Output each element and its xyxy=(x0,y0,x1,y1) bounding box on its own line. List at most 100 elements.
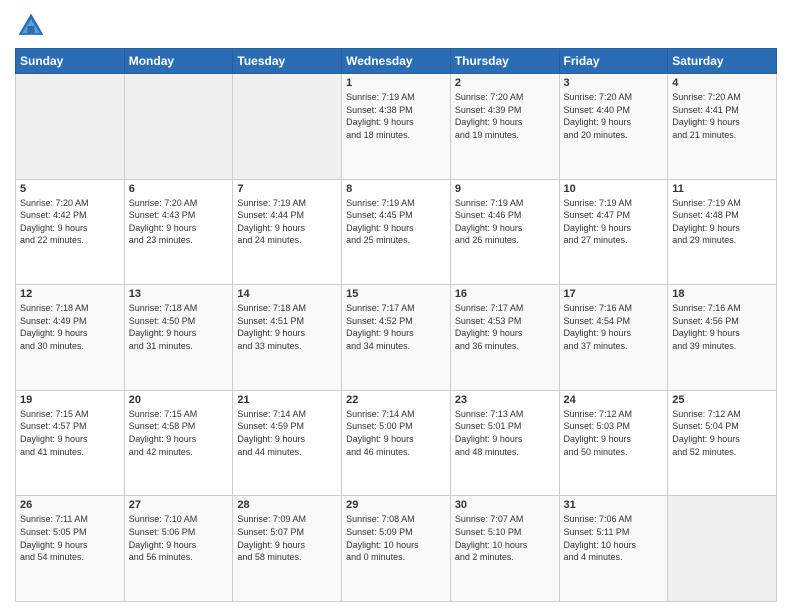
day-info: Sunrise: 7:15 AM Sunset: 4:58 PM Dayligh… xyxy=(129,408,229,458)
logo xyxy=(15,10,51,42)
calendar-cell: 5 Sunrise: 7:20 AM Sunset: 4:42 PM Daylig… xyxy=(16,179,125,285)
calendar-cell: 14 Sunrise: 7:18 AM Sunset: 4:51 PM Dayli… xyxy=(233,285,342,391)
day-number: 31 xyxy=(564,499,664,511)
day-number: 22 xyxy=(346,394,446,406)
day-info: Sunrise: 7:09 AM Sunset: 5:07 PM Dayligh… xyxy=(237,513,337,563)
calendar-header-row: SundayMondayTuesdayWednesdayThursdayFrid… xyxy=(16,49,777,74)
day-number: 30 xyxy=(455,499,555,511)
day-number: 26 xyxy=(20,499,120,511)
day-number: 19 xyxy=(20,394,120,406)
day-info: Sunrise: 7:13 AM Sunset: 5:01 PM Dayligh… xyxy=(455,408,555,458)
calendar-cell: 1 Sunrise: 7:19 AM Sunset: 4:38 PM Daylig… xyxy=(342,74,451,180)
calendar-cell: 28 Sunrise: 7:09 AM Sunset: 5:07 PM Dayli… xyxy=(233,496,342,602)
day-number: 7 xyxy=(237,183,337,195)
calendar-cell: 2Sunrise: 7:20 AM Sunset: 4:39 PM Daylig… xyxy=(450,74,559,180)
calendar-cell xyxy=(16,74,125,180)
day-number: 15 xyxy=(346,288,446,300)
day-number: 2 xyxy=(455,77,555,89)
day-info: Sunrise: 7:20 AM Sunset: 4:40 PM Dayligh… xyxy=(564,91,664,141)
day-info: Sunrise: 7:19 AM Sunset: 4:38 PM Dayligh… xyxy=(346,91,446,141)
day-number: 16 xyxy=(455,288,555,300)
day-number: 9 xyxy=(455,183,555,195)
calendar-cell: 24Sunrise: 7:12 AM Sunset: 5:03 PM Dayli… xyxy=(559,390,668,496)
day-info: Sunrise: 7:19 AM Sunset: 4:47 PM Dayligh… xyxy=(564,197,664,247)
day-info: Sunrise: 7:06 AM Sunset: 5:11 PM Dayligh… xyxy=(564,513,664,563)
day-info: Sunrise: 7:15 AM Sunset: 4:57 PM Dayligh… xyxy=(20,408,120,458)
calendar-cell: 18 Sunrise: 7:16 AM Sunset: 4:56 PM Dayli… xyxy=(668,285,777,391)
day-number: 20 xyxy=(129,394,229,406)
calendar-cell: 23 Sunrise: 7:13 AM Sunset: 5:01 PM Dayli… xyxy=(450,390,559,496)
calendar-week-row: 12 Sunrise: 7:18 AM Sunset: 4:49 PM Dayli… xyxy=(16,285,777,391)
calendar-cell: 20 Sunrise: 7:15 AM Sunset: 4:58 PM Dayli… xyxy=(124,390,233,496)
calendar-cell: 31 Sunrise: 7:06 AM Sunset: 5:11 PM Dayli… xyxy=(559,496,668,602)
day-number: 6 xyxy=(129,183,229,195)
day-info: Sunrise: 7:18 AM Sunset: 4:49 PM Dayligh… xyxy=(20,302,120,352)
calendar-cell: 29 Sunrise: 7:08 AM Sunset: 5:09 PM Dayli… xyxy=(342,496,451,602)
day-info: Sunrise: 7:18 AM Sunset: 4:51 PM Dayligh… xyxy=(237,302,337,352)
weekday-header: Sunday xyxy=(16,49,125,74)
calendar-cell: 4Sunrise: 7:20 AM Sunset: 4:41 PM Daylig… xyxy=(668,74,777,180)
day-number: 1 xyxy=(346,77,446,89)
day-info: Sunrise: 7:19 AM Sunset: 4:44 PM Dayligh… xyxy=(237,197,337,247)
calendar-cell: 30 Sunrise: 7:07 AM Sunset: 5:10 PM Dayli… xyxy=(450,496,559,602)
day-number: 18 xyxy=(672,288,772,300)
weekday-header: Monday xyxy=(124,49,233,74)
day-number: 3 xyxy=(564,77,664,89)
weekday-header: Friday xyxy=(559,49,668,74)
day-info: Sunrise: 7:19 AM Sunset: 4:46 PM Dayligh… xyxy=(455,197,555,247)
day-info: Sunrise: 7:11 AM Sunset: 5:05 PM Dayligh… xyxy=(20,513,120,563)
day-number: 25 xyxy=(672,394,772,406)
day-info: Sunrise: 7:16 AM Sunset: 4:56 PM Dayligh… xyxy=(672,302,772,352)
day-number: 5 xyxy=(20,183,120,195)
day-info: Sunrise: 7:17 AM Sunset: 4:53 PM Dayligh… xyxy=(455,302,555,352)
day-info: Sunrise: 7:08 AM Sunset: 5:09 PM Dayligh… xyxy=(346,513,446,563)
day-number: 21 xyxy=(237,394,337,406)
calendar-week-row: 19 Sunrise: 7:15 AM Sunset: 4:57 PM Dayli… xyxy=(16,390,777,496)
day-info: Sunrise: 7:10 AM Sunset: 5:06 PM Dayligh… xyxy=(129,513,229,563)
day-info: Sunrise: 7:18 AM Sunset: 4:50 PM Dayligh… xyxy=(129,302,229,352)
calendar-week-row: 26 Sunrise: 7:11 AM Sunset: 5:05 PM Dayli… xyxy=(16,496,777,602)
calendar-cell: 19 Sunrise: 7:15 AM Sunset: 4:57 PM Dayli… xyxy=(16,390,125,496)
calendar-cell xyxy=(124,74,233,180)
calendar-cell: 11Sunrise: 7:19 AM Sunset: 4:48 PM Dayli… xyxy=(668,179,777,285)
day-number: 29 xyxy=(346,499,446,511)
calendar-cell: 6 Sunrise: 7:20 AM Sunset: 4:43 PM Daylig… xyxy=(124,179,233,285)
calendar-cell: 15 Sunrise: 7:17 AM Sunset: 4:52 PM Dayli… xyxy=(342,285,451,391)
day-number: 17 xyxy=(564,288,664,300)
weekday-header: Thursday xyxy=(450,49,559,74)
day-info: Sunrise: 7:14 AM Sunset: 5:00 PM Dayligh… xyxy=(346,408,446,458)
calendar-cell: 22 Sunrise: 7:14 AM Sunset: 5:00 PM Dayli… xyxy=(342,390,451,496)
calendar-cell: 13 Sunrise: 7:18 AM Sunset: 4:50 PM Dayli… xyxy=(124,285,233,391)
logo-icon xyxy=(15,10,47,42)
weekday-header: Saturday xyxy=(668,49,777,74)
day-info: Sunrise: 7:20 AM Sunset: 4:43 PM Dayligh… xyxy=(129,197,229,247)
day-info: Sunrise: 7:19 AM Sunset: 4:48 PM Dayligh… xyxy=(672,197,772,247)
calendar-cell: 25 Sunrise: 7:12 AM Sunset: 5:04 PM Dayli… xyxy=(668,390,777,496)
weekday-header: Tuesday xyxy=(233,49,342,74)
calendar-cell: 17 Sunrise: 7:16 AM Sunset: 4:54 PM Dayli… xyxy=(559,285,668,391)
day-number: 14 xyxy=(237,288,337,300)
day-number: 12 xyxy=(20,288,120,300)
day-info: Sunrise: 7:20 AM Sunset: 4:42 PM Dayligh… xyxy=(20,197,120,247)
day-number: 13 xyxy=(129,288,229,300)
calendar-cell xyxy=(668,496,777,602)
calendar-cell: 7 Sunrise: 7:19 AM Sunset: 4:44 PM Daylig… xyxy=(233,179,342,285)
day-info: Sunrise: 7:07 AM Sunset: 5:10 PM Dayligh… xyxy=(455,513,555,563)
day-info: Sunrise: 7:12 AM Sunset: 5:04 PM Dayligh… xyxy=(672,408,772,458)
calendar-cell: 12 Sunrise: 7:18 AM Sunset: 4:49 PM Dayli… xyxy=(16,285,125,391)
calendar-cell: 10 Sunrise: 7:19 AM Sunset: 4:47 PM Dayli… xyxy=(559,179,668,285)
calendar-cell: 26 Sunrise: 7:11 AM Sunset: 5:05 PM Dayli… xyxy=(16,496,125,602)
day-number: 4 xyxy=(672,77,772,89)
calendar-cell: 9 Sunrise: 7:19 AM Sunset: 4:46 PM Daylig… xyxy=(450,179,559,285)
day-info: Sunrise: 7:16 AM Sunset: 4:54 PM Dayligh… xyxy=(564,302,664,352)
calendar-cell xyxy=(233,74,342,180)
header xyxy=(15,10,777,42)
day-info: Sunrise: 7:17 AM Sunset: 4:52 PM Dayligh… xyxy=(346,302,446,352)
calendar-week-row: 1 Sunrise: 7:19 AM Sunset: 4:38 PM Daylig… xyxy=(16,74,777,180)
day-number: 28 xyxy=(237,499,337,511)
day-number: 10 xyxy=(564,183,664,195)
day-info: Sunrise: 7:19 AM Sunset: 4:45 PM Dayligh… xyxy=(346,197,446,247)
calendar-cell: 16 Sunrise: 7:17 AM Sunset: 4:53 PM Dayli… xyxy=(450,285,559,391)
day-number: 23 xyxy=(455,394,555,406)
calendar-cell: 21Sunrise: 7:14 AM Sunset: 4:59 PM Dayli… xyxy=(233,390,342,496)
